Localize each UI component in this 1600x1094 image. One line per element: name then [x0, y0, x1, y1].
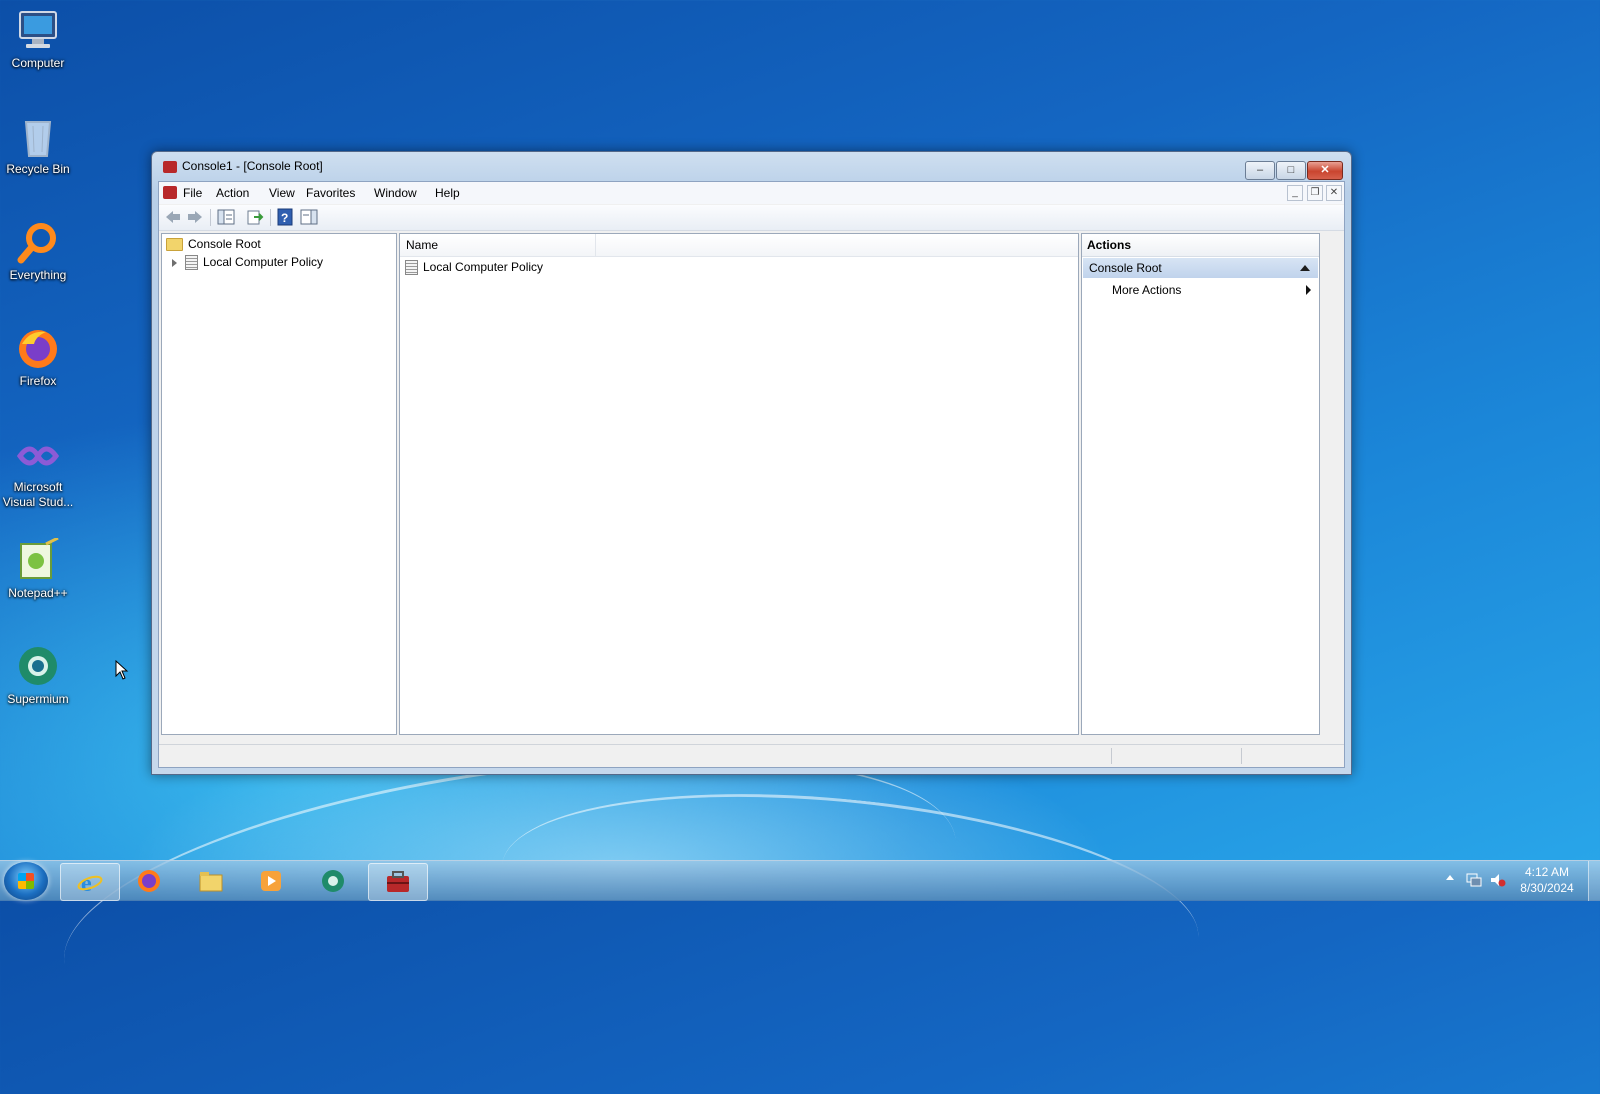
export-list-icon[interactable]	[245, 208, 265, 226]
clock-date[interactable]: 8/30/2024	[1512, 881, 1582, 895]
supermium-icon	[322, 870, 344, 892]
toolbar-separator	[210, 209, 211, 226]
menu-window[interactable]: Window	[374, 186, 417, 200]
firefox-icon	[16, 326, 60, 370]
maximize-button[interactable]: □	[1276, 161, 1306, 180]
menu-bar: File Action View Favorites Window Help _…	[159, 182, 1344, 204]
policy-document-icon	[185, 255, 198, 271]
everything-search-icon	[16, 220, 60, 264]
computer-icon	[16, 8, 60, 52]
window-title: Console1 - [Console Root]	[182, 159, 323, 173]
tree-item-label: Local Computer Policy	[203, 255, 324, 269]
policy-document-icon	[405, 260, 418, 276]
desktop-icon-computer[interactable]: Computer	[0, 0, 76, 71]
desktop-icon-supermium[interactable]: Supermium	[0, 636, 76, 707]
taskbar-app-media-player[interactable]	[242, 863, 300, 899]
taskbar-app-file-explorer[interactable]	[182, 863, 240, 899]
menu-view[interactable]: View	[269, 186, 295, 200]
mdi-minimize-button[interactable]: _	[1287, 185, 1303, 201]
clock-time[interactable]: 4:12 AM	[1512, 865, 1582, 879]
close-button[interactable]: ✕	[1307, 161, 1343, 180]
list-item-label: Local Computer Policy	[423, 260, 544, 274]
mdi-child-icon[interactable]	[163, 186, 177, 199]
file-explorer-icon	[199, 872, 223, 892]
show-hide-tree-icon[interactable]	[216, 208, 236, 226]
volume-muted-icon[interactable]	[1490, 873, 1506, 887]
menu-file[interactable]: File	[183, 186, 202, 200]
tree-pane[interactable]: Console Root Local Computer Policy	[161, 233, 397, 735]
folder-icon	[166, 238, 183, 252]
taskbar: e 4:12 AM 8/30/2024	[0, 860, 1600, 901]
mdi-restore-button[interactable]: ❐	[1307, 185, 1323, 201]
column-header-row: Name	[400, 234, 1078, 257]
media-player-icon	[261, 871, 281, 891]
svg-text:e: e	[81, 871, 92, 894]
action-more-actions[interactable]: More Actions	[1112, 280, 1313, 300]
taskbar-app-mmc-console[interactable]	[368, 863, 428, 901]
network-icon[interactable]	[1466, 873, 1482, 887]
status-bar-segment	[1111, 748, 1112, 764]
show-hidden-icons-arrow[interactable]	[1446, 875, 1454, 880]
tree-item-console-root[interactable]: Console Root	[166, 235, 261, 253]
tree-item-label: Console Root	[188, 237, 261, 251]
window-title-bar[interactable]: Console1 - [Console Root] – □ ✕	[152, 152, 1351, 180]
toolbar-separator	[270, 209, 271, 226]
submenu-arrow-icon	[1306, 285, 1311, 295]
window-client-area: File Action View Favorites Window Help _…	[158, 181, 1345, 768]
show-desktop-button[interactable]	[1588, 861, 1600, 901]
mouse-cursor-icon	[115, 660, 129, 680]
wallpaper-swoosh	[491, 763, 1209, 1040]
actions-pane-title: Actions	[1082, 234, 1319, 257]
status-bar-segment	[1241, 748, 1242, 764]
desktop-icon-everything[interactable]: Everything	[0, 212, 76, 283]
desktop-icon-firefox[interactable]: Firefox	[0, 318, 76, 389]
menu-action[interactable]: Action	[216, 186, 249, 200]
forward-arrow-icon[interactable]	[185, 208, 205, 226]
mmc-console-icon	[387, 871, 409, 892]
help-icon[interactable]: ?	[275, 208, 295, 226]
taskbar-app-supermium[interactable]	[304, 863, 362, 899]
svg-text:?: ?	[281, 211, 288, 225]
notepadpp-icon	[16, 536, 60, 582]
actions-pane: Actions Console Root More Actions	[1081, 233, 1320, 735]
show-hide-action-pane-icon[interactable]	[299, 208, 319, 226]
supermium-icon	[16, 644, 60, 688]
start-button[interactable]	[4, 862, 48, 900]
internet-explorer-icon: e	[77, 871, 103, 894]
back-arrow-icon[interactable]	[163, 208, 183, 226]
tree-item-local-computer-policy[interactable]: Local Computer Policy	[166, 253, 323, 271]
toolbar: ?	[159, 205, 1344, 231]
results-pane[interactable]: Name Local Computer Policy	[399, 233, 1079, 735]
action-group-console-root[interactable]: Console Root	[1083, 258, 1318, 278]
status-bar	[159, 744, 1344, 767]
visual-studio-icon	[16, 432, 60, 476]
recycle-bin-icon	[16, 114, 60, 158]
action-item-label: More Actions	[1112, 283, 1182, 297]
minimize-button[interactable]: –	[1245, 161, 1275, 180]
desktop-icon-recycle-bin[interactable]: Recycle Bin	[0, 106, 76, 177]
mdi-close-button[interactable]: ✕	[1326, 185, 1342, 201]
action-group-label: Console Root	[1089, 261, 1162, 275]
taskbar-app-internet-explorer[interactable]: e	[60, 863, 120, 901]
menu-help[interactable]: Help	[435, 186, 460, 200]
column-header-name[interactable]: Name	[400, 234, 596, 256]
firefox-icon	[138, 870, 160, 892]
desktop-icon-visual-studio[interactable]: Microsoft Visual Stud...	[0, 424, 76, 510]
collapse-chevron-icon[interactable]	[1300, 265, 1310, 271]
taskbar-app-firefox[interactable]	[120, 863, 178, 899]
list-item[interactable]: Local Computer Policy	[405, 258, 543, 276]
mmc-console-window[interactable]: Console1 - [Console Root] – □ ✕ File Act…	[151, 151, 1352, 775]
expand-arrow-icon[interactable]	[172, 258, 177, 267]
desktop-icon-notepadpp[interactable]: Notepad++	[0, 530, 76, 601]
menu-favorites[interactable]: Favorites	[306, 186, 355, 200]
mmc-app-icon	[163, 161, 177, 173]
